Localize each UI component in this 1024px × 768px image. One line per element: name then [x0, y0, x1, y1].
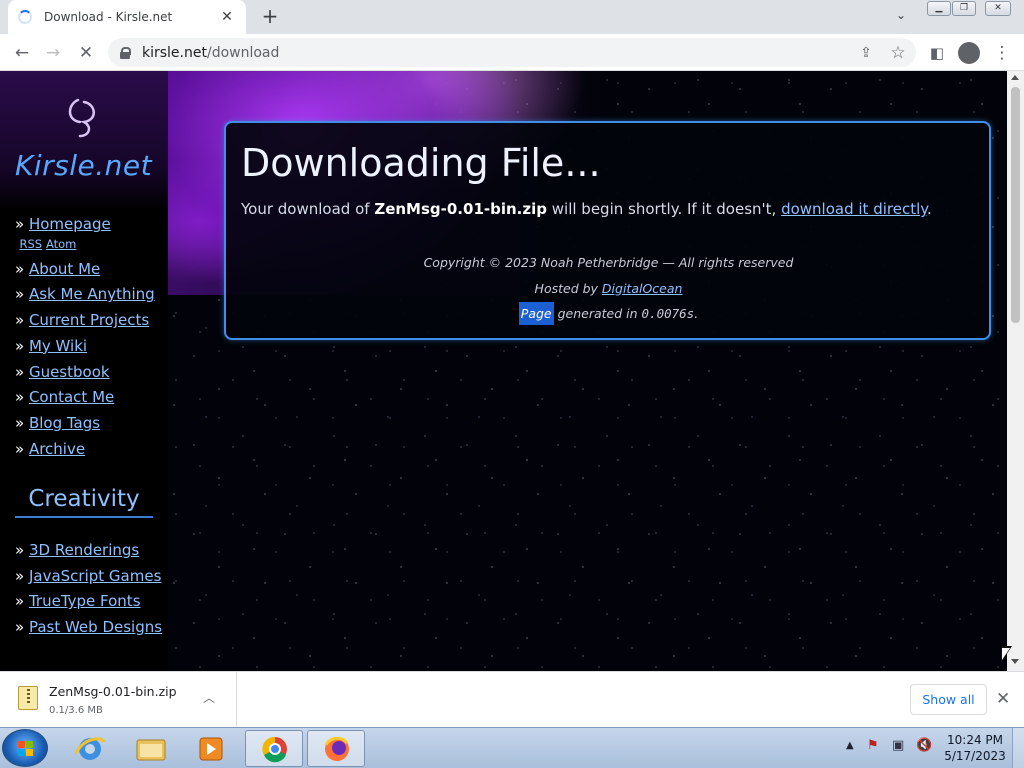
nav-link-homepage[interactable]: Homepage	[29, 215, 111, 233]
side-panel-icon[interactable]: ◧	[924, 40, 950, 66]
download-progress: 0.1/3.6 MB	[49, 705, 103, 716]
download-message: Your download of ZenMsg-0.01-bin.zip wil…	[241, 200, 932, 218]
media-player-icon[interactable]	[182, 730, 240, 767]
browser-tab[interactable]: Download - Kirsle.net ✕	[8, 0, 246, 34]
file-explorer-icon[interactable]	[122, 730, 180, 767]
digitalocean-link[interactable]: DigitalOcean	[602, 281, 683, 296]
chevron-up-icon[interactable]: ︿	[203, 689, 215, 706]
show-all-button[interactable]: Show all	[910, 684, 987, 715]
download-panel: Downloading File... Your download of Zen…	[224, 121, 991, 340]
direct-download-link[interactable]: download it directly	[781, 200, 927, 218]
nav-item-projects: » Current Projects	[15, 311, 150, 330]
site-logo-text[interactable]: Kirsle.net	[15, 149, 152, 182]
forward-button[interactable]: →	[40, 40, 66, 66]
rss-link[interactable]: RSS	[20, 237, 43, 251]
page-title: Downloading File...	[241, 141, 601, 185]
page-footer: Copyright © 2023 Noah Petherbridge — All…	[226, 250, 991, 327]
lock-icon[interactable]	[120, 47, 131, 59]
nav-link-designs[interactable]: Past Web Designs	[29, 618, 162, 636]
nav-link-tags[interactable]: Blog Tags	[29, 414, 100, 432]
nav-item-guestbook: » Guestbook	[15, 362, 110, 381]
volume-muted-icon[interactable]: 🔇	[916, 738, 932, 753]
action-center-flag-icon[interactable]: ⚑	[867, 738, 879, 753]
nav-link-games[interactable]: JavaScript Games	[29, 567, 161, 585]
internet-explorer-icon[interactable]	[62, 730, 120, 767]
browser-toolbar: ← → ✕ kirsle.net/download ⇪ ☆ ◧ ⋮	[0, 34, 1024, 71]
nav-link-about[interactable]: About Me	[29, 260, 100, 278]
loading-spinner-icon	[18, 10, 32, 24]
nav-link-fonts[interactable]: TrueType Fonts	[29, 592, 141, 610]
copyright-text: Copyright © 2023 Noah Petherbridge — All…	[423, 255, 794, 270]
generation-time-text: Page generated in 0.0076s.	[226, 301, 991, 327]
nav-link-guestbook[interactable]: Guestbook	[29, 363, 110, 381]
start-button[interactable]	[2, 729, 48, 767]
restore-button[interactable]: ❐	[952, 1, 976, 16]
atom-link[interactable]: Atom	[46, 237, 76, 251]
nav-item-archive: » Archive	[15, 439, 86, 458]
page-scrollbar[interactable]	[1007, 71, 1024, 671]
tab-strip: Download - Kirsle.net ✕ + ⌄ ▁ ❐ ✕	[0, 0, 1024, 34]
stop-loading-button[interactable]: ✕	[73, 40, 99, 66]
new-tab-button[interactable]: +	[258, 5, 282, 29]
download-shelf: ZenMsg-0.01-bin.zip 0.1/3.6 MB ︿ Show al…	[0, 671, 1024, 728]
minimize-button[interactable]: ▁	[927, 1, 951, 16]
windows-flag-icon	[18, 741, 34, 757]
scroll-up-arrow-icon[interactable]	[1011, 75, 1019, 80]
clock-time: 10:24 PM	[947, 733, 1003, 747]
nav-item-fonts: » TrueType Fonts	[15, 592, 141, 611]
chrome-icon[interactable]	[245, 730, 303, 767]
nav-item-designs: » Past Web Designs	[15, 618, 163, 637]
scroll-down-arrow-icon[interactable]	[1011, 659, 1019, 664]
nav-item-wiki: » My Wiki	[15, 336, 88, 355]
nav-item-ask: » Ask Me Anything	[15, 285, 155, 304]
creativity-heading: Creativity	[15, 486, 153, 518]
sidebar: Kirsle.net » Homepage (RSS/Atom) » About…	[0, 71, 168, 671]
nav-link-ask[interactable]: Ask Me Anything	[29, 285, 155, 303]
site-logo-icon[interactable]	[62, 96, 102, 140]
taskbar-clock[interactable]: 10:24 PM 5/17/2023	[943, 732, 1007, 764]
address-bar[interactable]: kirsle.net/download	[108, 38, 916, 67]
nav-link-wiki[interactable]: My Wiki	[29, 337, 87, 355]
nav-item-renderings: » 3D Renderings	[15, 541, 140, 559]
clock-date: 5/17/2023	[944, 749, 1006, 763]
nav-link-projects[interactable]: Current Projects	[29, 311, 149, 329]
close-shelf-icon[interactable]: ✕	[996, 689, 1010, 709]
download-file-name: ZenMsg-0.01-bin.zip	[49, 684, 177, 699]
file-name: ZenMsg-0.01-bin.zip	[374, 200, 547, 218]
hosted-by-text: Hosted by DigitalOcean	[534, 280, 683, 296]
selected-text-highlight: Page	[518, 302, 554, 325]
firefox-icon[interactable]	[307, 730, 365, 767]
nav-item-about: » About Me	[15, 259, 101, 278]
bookmark-star-icon[interactable]: ☆	[885, 40, 911, 66]
profile-avatar[interactable]	[958, 42, 980, 64]
nav-item-contact: » Contact Me	[15, 388, 115, 407]
generation-time: 0.0076s	[641, 306, 695, 321]
nav-item-tags: » Blog Tags	[15, 413, 101, 432]
nav-link-contact[interactable]: Contact Me	[29, 388, 114, 406]
scroll-thumb[interactable]	[1011, 87, 1020, 323]
back-button[interactable]: ←	[9, 40, 35, 66]
sidebar-nav: » Homepage (RSS/Atom) » About Me » Ask M…	[15, 212, 165, 462]
tab-close-icon[interactable]: ✕	[218, 9, 236, 25]
menu-kebab-icon[interactable]: ⋮	[989, 40, 1015, 66]
tab-search-chevron-icon[interactable]: ⌄	[896, 8, 906, 22]
network-icon[interactable]: ▣	[892, 738, 904, 753]
show-desktop-button[interactable]	[1012, 728, 1024, 768]
zip-file-icon	[18, 686, 38, 710]
page-viewport: Kirsle.net » Homepage (RSS/Atom) » About…	[0, 71, 1007, 671]
share-icon[interactable]: ⇪	[853, 40, 879, 66]
creativity-nav: » 3D Renderings » JavaScript Games » Tru…	[15, 538, 165, 641]
show-hidden-icons-icon[interactable]: ▲	[846, 740, 854, 751]
close-window-button[interactable]: ✕	[985, 1, 1011, 16]
download-item[interactable]: ZenMsg-0.01-bin.zip 0.1/3.6 MB ︿	[0, 672, 237, 728]
url-text: kirsle.net/download	[142, 44, 280, 61]
nav-item-games: » JavaScript Games	[15, 566, 162, 585]
nav-link-renderings[interactable]: 3D Renderings	[29, 541, 139, 559]
mouse-cursor-icon	[1001, 646, 1012, 663]
nav-link-archive[interactable]: Archive	[29, 440, 85, 458]
tab-title: Download - Kirsle.net	[44, 10, 173, 24]
windows-taskbar: ▲ ⚑ ▣ 🔇 10:24 PM 5/17/2023	[0, 727, 1024, 768]
